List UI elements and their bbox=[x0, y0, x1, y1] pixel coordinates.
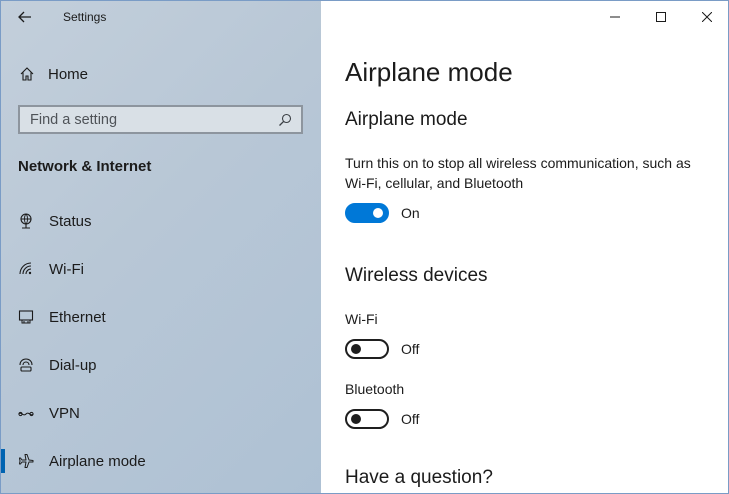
dial-up-icon bbox=[17, 357, 35, 373]
sidebar-item-label: Wi-Fi bbox=[49, 260, 84, 278]
airplane-mode-description: Turn this on to stop all wireless commun… bbox=[345, 155, 691, 191]
sidebar-item-vpn[interactable]: VPN bbox=[1, 389, 321, 437]
sidebar-item-ethernet[interactable]: Ethernet bbox=[1, 293, 321, 341]
minimize-button[interactable] bbox=[592, 1, 638, 33]
maximize-button[interactable] bbox=[638, 1, 684, 33]
sidebar-item-label: VPN bbox=[49, 404, 80, 422]
home-icon bbox=[18, 66, 36, 82]
search-box[interactable] bbox=[18, 105, 303, 134]
back-button[interactable] bbox=[13, 7, 37, 27]
bluetooth-toggle[interactable] bbox=[345, 409, 389, 429]
airplane-icon bbox=[17, 453, 35, 469]
airplane-mode-toggle[interactable] bbox=[345, 203, 389, 223]
wireless-devices-heading: Wireless devices bbox=[345, 265, 488, 286]
toggle-knob bbox=[351, 414, 361, 424]
sidebar-item-label: Dial-up bbox=[49, 356, 97, 374]
sidebar-item-airplane-mode[interactable]: Airplane mode bbox=[1, 437, 321, 485]
wifi-label: Wi-Fi bbox=[345, 311, 378, 327]
page-title: Airplane mode bbox=[345, 57, 513, 87]
airplane-mode-toggle-row[interactable]: On bbox=[345, 203, 420, 223]
nav-list: Status Wi-Fi Ethernet Dial-up VPN Airpla… bbox=[1, 197, 321, 485]
app-title: Settings bbox=[63, 10, 107, 24]
sidebar-item-wifi[interactable]: Wi-Fi bbox=[1, 245, 321, 293]
wifi-state: Off bbox=[401, 341, 420, 357]
toggle-knob bbox=[351, 344, 361, 354]
title-bar: Settings bbox=[1, 1, 321, 34]
search-icon[interactable] bbox=[275, 113, 295, 127]
nav-home-label: Home bbox=[48, 65, 89, 83]
bluetooth-toggle-row[interactable]: Off bbox=[345, 409, 419, 429]
section-title: Network & Internet bbox=[18, 158, 152, 175]
status-icon bbox=[17, 213, 35, 229]
help-heading: Have a question? bbox=[345, 467, 493, 488]
search-input[interactable] bbox=[20, 106, 275, 133]
sidebar-item-label: Ethernet bbox=[49, 308, 106, 326]
sidebar-item-status[interactable]: Status bbox=[1, 197, 321, 245]
back-arrow-icon bbox=[18, 11, 31, 23]
bluetooth-label: Bluetooth bbox=[345, 381, 405, 397]
ethernet-icon bbox=[17, 309, 35, 325]
wifi-icon bbox=[17, 261, 35, 277]
sidebar: Settings Home Network & Internet bbox=[1, 1, 321, 493]
close-button[interactable] bbox=[684, 1, 728, 33]
toggle-knob bbox=[373, 208, 383, 218]
airplane-mode-heading: Airplane mode bbox=[345, 109, 468, 130]
wifi-toggle-row[interactable]: Off bbox=[345, 339, 419, 359]
nav-home[interactable]: Home bbox=[1, 59, 321, 89]
sidebar-item-label: Airplane mode bbox=[49, 452, 146, 470]
bluetooth-state: Off bbox=[401, 411, 420, 427]
maximize-icon bbox=[656, 12, 666, 22]
main-content: Airplane mode Airplane mode Turn this on… bbox=[321, 1, 728, 493]
settings-window: Settings Home Network & Internet bbox=[0, 0, 729, 494]
vpn-icon bbox=[17, 405, 35, 421]
wifi-toggle[interactable] bbox=[345, 339, 389, 359]
window-controls bbox=[592, 1, 728, 33]
sidebar-item-dial-up[interactable]: Dial-up bbox=[1, 341, 321, 389]
minimize-icon bbox=[610, 16, 620, 18]
close-icon bbox=[702, 12, 712, 22]
airplane-mode-state: On bbox=[401, 205, 420, 221]
sidebar-item-label: Status bbox=[49, 212, 92, 230]
